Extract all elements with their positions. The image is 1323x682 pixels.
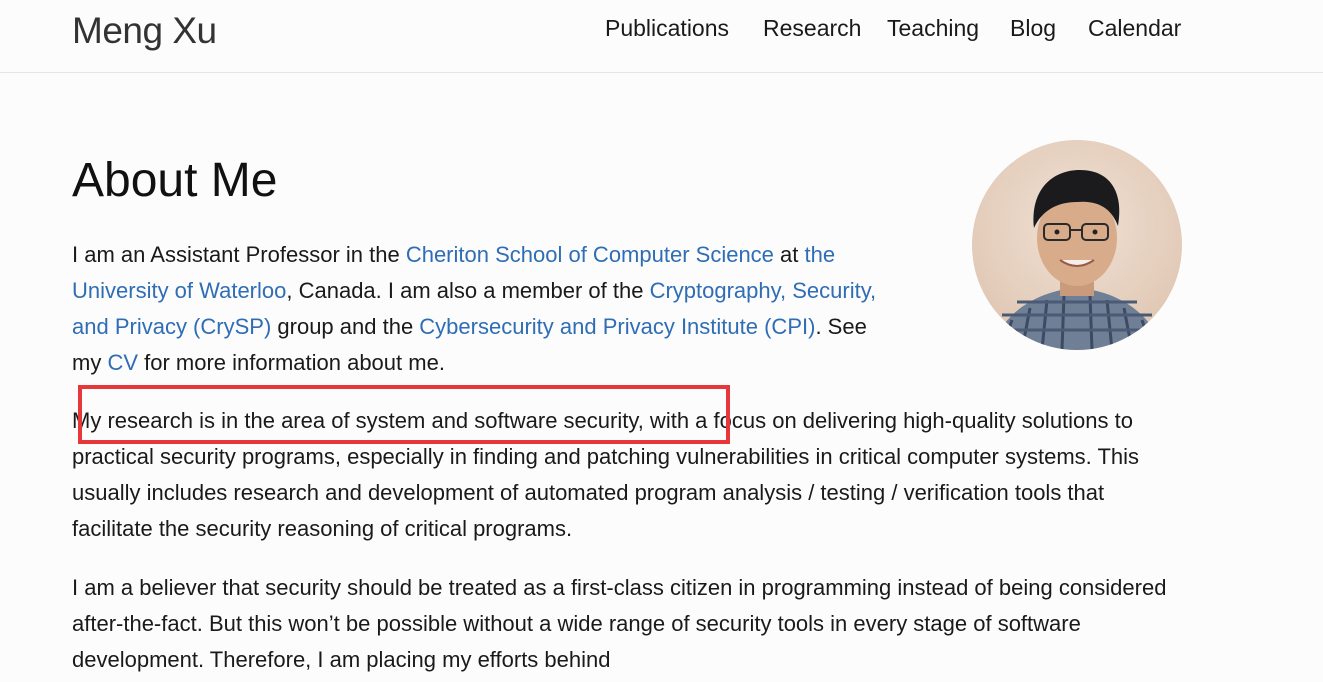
research-paragraph: My research is in the area of system and…	[72, 408, 1140, 541]
cpi-link[interactable]: Cybersecurity and Privacy Institute (CPI…	[419, 314, 815, 339]
intro-text: for more information about me.	[138, 350, 445, 375]
profile-photo	[972, 140, 1182, 350]
intro-paragraph: I am an Assistant Professor in the Cheri…	[72, 237, 902, 381]
intro-text: I am an Assistant Professor in the	[72, 242, 406, 267]
nav-item-blog[interactable]: Blog	[1010, 15, 1056, 42]
nav-item-research[interactable]: Research	[763, 15, 861, 42]
nav-item-calendar[interactable]: Calendar	[1088, 15, 1181, 42]
cheriton-school-link[interactable]: Cheriton School of Computer Science	[406, 242, 774, 267]
person-portrait-icon	[992, 170, 1162, 350]
belief-paragraph: I am a believer that security should be …	[72, 575, 1167, 672]
nav-item-teaching[interactable]: Teaching	[887, 15, 979, 42]
intro-text: at	[773, 242, 805, 267]
nav-item-publications[interactable]: Publications	[605, 15, 729, 42]
page-title: About Me	[72, 154, 278, 207]
nav-menu: Publications Research Teaching Blog Cale…	[0, 15, 1323, 45]
top-navbar: Meng Xu Publications Research Teaching B…	[0, 0, 1323, 73]
intro-text: , Canada. I am also a member of the	[286, 278, 650, 303]
cv-link[interactable]: CV	[107, 350, 138, 375]
intro-text: group and the	[271, 314, 420, 339]
